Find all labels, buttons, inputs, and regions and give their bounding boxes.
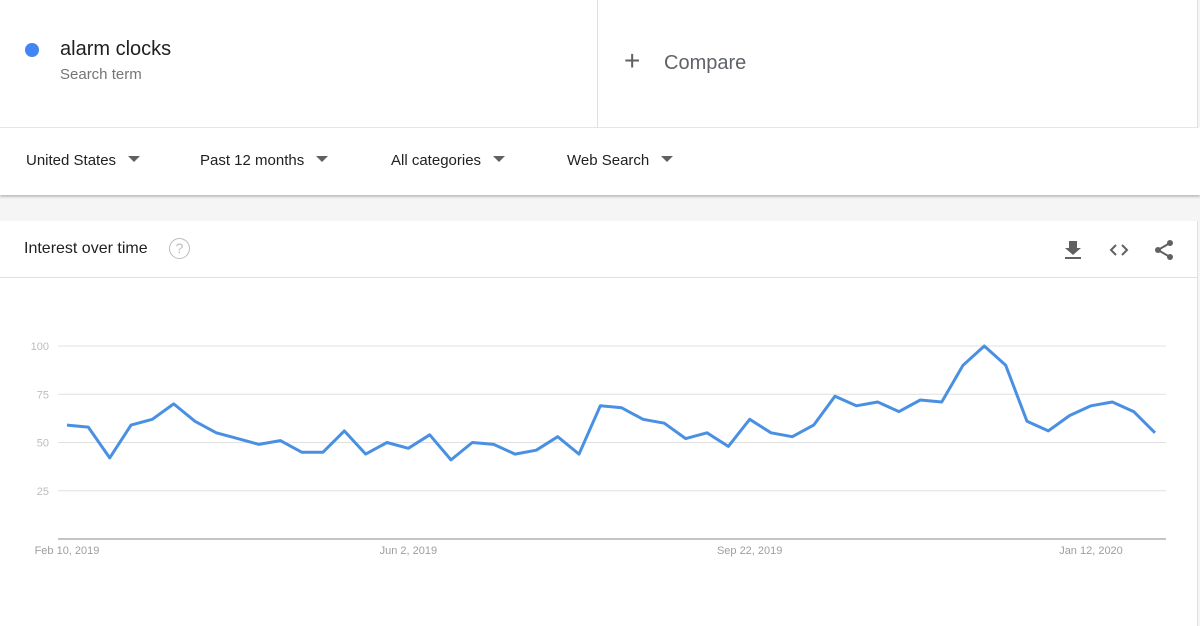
data-point[interactable] xyxy=(275,436,285,446)
caret-down-icon xyxy=(316,156,329,163)
data-point[interactable] xyxy=(574,449,584,459)
y-tick-label: 100 xyxy=(31,341,49,353)
data-point[interactable] xyxy=(1043,426,1053,436)
filter-category[interactable]: All categories xyxy=(391,152,506,169)
data-point[interactable] xyxy=(638,414,648,424)
data-point[interactable] xyxy=(382,438,392,448)
data-point[interactable] xyxy=(1086,401,1096,411)
data-point[interactable] xyxy=(169,399,179,409)
data-point[interactable] xyxy=(915,395,925,405)
data-point[interactable] xyxy=(1065,410,1075,420)
caret-down-icon xyxy=(493,156,506,163)
data-point[interactable] xyxy=(147,414,157,424)
data-point[interactable] xyxy=(681,434,691,444)
data-point[interactable] xyxy=(467,438,477,448)
filter-search-type[interactable]: Web Search xyxy=(567,152,674,169)
data-point[interactable] xyxy=(553,432,563,442)
panel-header: Interest over time ? xyxy=(0,221,1197,278)
compare-label: Compare xyxy=(664,52,747,74)
data-point[interactable] xyxy=(489,439,499,449)
x-tick-label: Jan 12, 2020 xyxy=(1059,545,1123,557)
help-icon[interactable]: ? xyxy=(169,238,190,259)
download-icon[interactable] xyxy=(1061,238,1085,262)
data-point[interactable] xyxy=(937,397,947,407)
compare-button[interactable]: + Compare xyxy=(598,0,1198,128)
data-point[interactable] xyxy=(446,455,456,465)
panel-title: Interest over time xyxy=(24,240,148,257)
data-point[interactable] xyxy=(809,420,819,430)
filter-time-range[interactable]: Past 12 months xyxy=(200,152,329,169)
y-tick-label: 50 xyxy=(37,438,49,450)
filter-category-label: All categories xyxy=(391,152,482,169)
data-point[interactable] xyxy=(62,420,72,430)
data-point[interactable] xyxy=(1107,397,1117,407)
data-point[interactable] xyxy=(211,428,221,438)
data-point[interactable] xyxy=(126,420,136,430)
data-point[interactable] xyxy=(723,441,733,451)
filter-location-label: United States xyxy=(26,152,117,169)
data-point[interactable] xyxy=(105,453,115,463)
series-color-dot xyxy=(25,43,39,57)
data-point[interactable] xyxy=(425,430,435,440)
data-point[interactable] xyxy=(510,449,520,459)
embed-code-icon[interactable] xyxy=(1107,238,1131,262)
data-point[interactable] xyxy=(254,439,264,449)
data-point[interactable] xyxy=(702,428,712,438)
y-tick-label: 25 xyxy=(37,486,49,498)
data-point[interactable] xyxy=(659,418,669,428)
y-tick-label: 75 xyxy=(37,389,49,401)
share-icon[interactable] xyxy=(1152,238,1176,262)
filter-location[interactable]: United States xyxy=(26,152,141,169)
data-point[interactable] xyxy=(531,445,541,455)
caret-down-icon xyxy=(661,156,674,163)
data-point[interactable] xyxy=(403,443,413,453)
data-point[interactable] xyxy=(1150,428,1160,438)
data-point[interactable] xyxy=(1129,407,1139,417)
filter-bar: United States Past 12 months All categor… xyxy=(0,128,1200,195)
plus-icon: + xyxy=(624,45,641,76)
caret-down-icon xyxy=(128,156,141,163)
data-point[interactable] xyxy=(1001,360,1011,370)
data-point[interactable] xyxy=(830,391,840,401)
data-point[interactable] xyxy=(894,407,904,417)
data-point[interactable] xyxy=(766,428,776,438)
data-point[interactable] xyxy=(83,422,93,432)
data-point[interactable] xyxy=(233,434,243,444)
line-chart[interactable]: 25 50 75 100 Feb 10, 2019 Jun 2, 2019 Sep 22,… xyxy=(0,278,1198,626)
data-point[interactable] xyxy=(297,447,307,457)
search-term[interactable]: alarm clocks Search term xyxy=(0,0,598,128)
data-point[interactable] xyxy=(787,432,797,442)
x-tick-label: Jun 2, 2019 xyxy=(380,545,438,557)
filter-time-range-label: Past 12 months xyxy=(200,152,305,169)
data-point[interactable] xyxy=(339,426,349,436)
search-term-card: alarm clocks Search term + Compare xyxy=(0,0,1198,128)
data-point[interactable] xyxy=(361,449,371,459)
x-tick-label: Sep 22, 2019 xyxy=(717,545,782,557)
data-point[interactable] xyxy=(617,403,627,413)
filter-search-type-label: Web Search xyxy=(567,152,650,169)
data-point[interactable] xyxy=(958,360,968,370)
data-point[interactable] xyxy=(851,401,861,411)
interest-over-time-panel: Interest over time ? 25 50 75 100 Feb 10, 2… xyxy=(0,221,1198,626)
data-point[interactable] xyxy=(979,341,989,351)
data-point[interactable] xyxy=(318,447,328,457)
x-tick-label: Feb 10, 2019 xyxy=(35,545,100,557)
data-point[interactable] xyxy=(745,414,755,424)
data-point[interactable] xyxy=(873,397,883,407)
search-term-label: Search term xyxy=(60,66,142,83)
data-point[interactable] xyxy=(595,401,605,411)
data-point[interactable] xyxy=(190,416,200,426)
search-term-name: alarm clocks xyxy=(60,38,172,60)
data-point[interactable] xyxy=(1022,416,1032,426)
